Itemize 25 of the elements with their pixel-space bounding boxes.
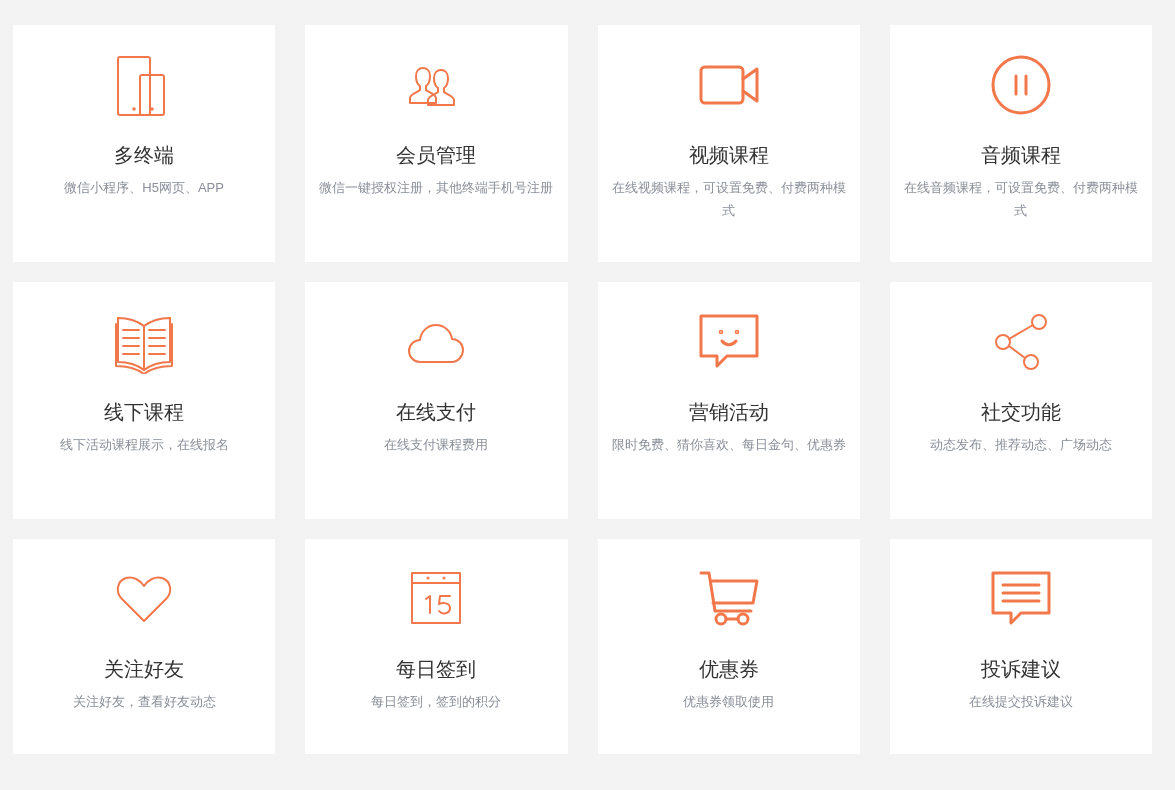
feature-description: 优惠券领取使用 xyxy=(683,693,775,711)
feature-description: 限时免费、猜你喜欢、每日金句、优惠券 xyxy=(611,436,846,454)
feature-title: 投诉建议 xyxy=(980,657,1061,682)
feature-description: 在线支付课程费用 xyxy=(384,436,489,454)
feature-title: 关注好友 xyxy=(104,657,185,682)
feature-title: 营销活动 xyxy=(688,400,769,425)
feature-title: 会员管理 xyxy=(396,143,477,168)
feature-title: 音频课程 xyxy=(980,143,1061,168)
feature-title: 多终端 xyxy=(114,143,175,168)
feature-title: 在线支付 xyxy=(396,400,477,425)
feature-title: 视频课程 xyxy=(688,143,769,168)
feature-description: 动态发布、推荐动态、广场动态 xyxy=(929,436,1112,454)
feature-description: 在线视频课程，可设置免费、付费两种模式 xyxy=(610,179,847,220)
feature-title: 线下课程 xyxy=(104,400,185,425)
feature-title: 社交功能 xyxy=(980,400,1061,425)
feature-description: 微信小程序、H5网页、APP xyxy=(64,179,224,197)
feature-description: 关注好友，查看好友动态 xyxy=(72,693,216,711)
feature-description: 在线音频课程，可设置免费、付费两种模式 xyxy=(902,179,1139,220)
feature-description: 微信一键授权注册，其他终端手机号注册 xyxy=(319,179,554,197)
feature-description: 每日签到，签到的积分 xyxy=(371,693,502,711)
feature-title: 优惠券 xyxy=(698,657,759,682)
feature-description: 线下活动课程展示，在线报名 xyxy=(59,436,229,454)
pause-icon xyxy=(989,55,1052,117)
feature-description: 在线提交投诉建议 xyxy=(968,693,1073,711)
feature-title: 每日签到 xyxy=(396,657,477,682)
